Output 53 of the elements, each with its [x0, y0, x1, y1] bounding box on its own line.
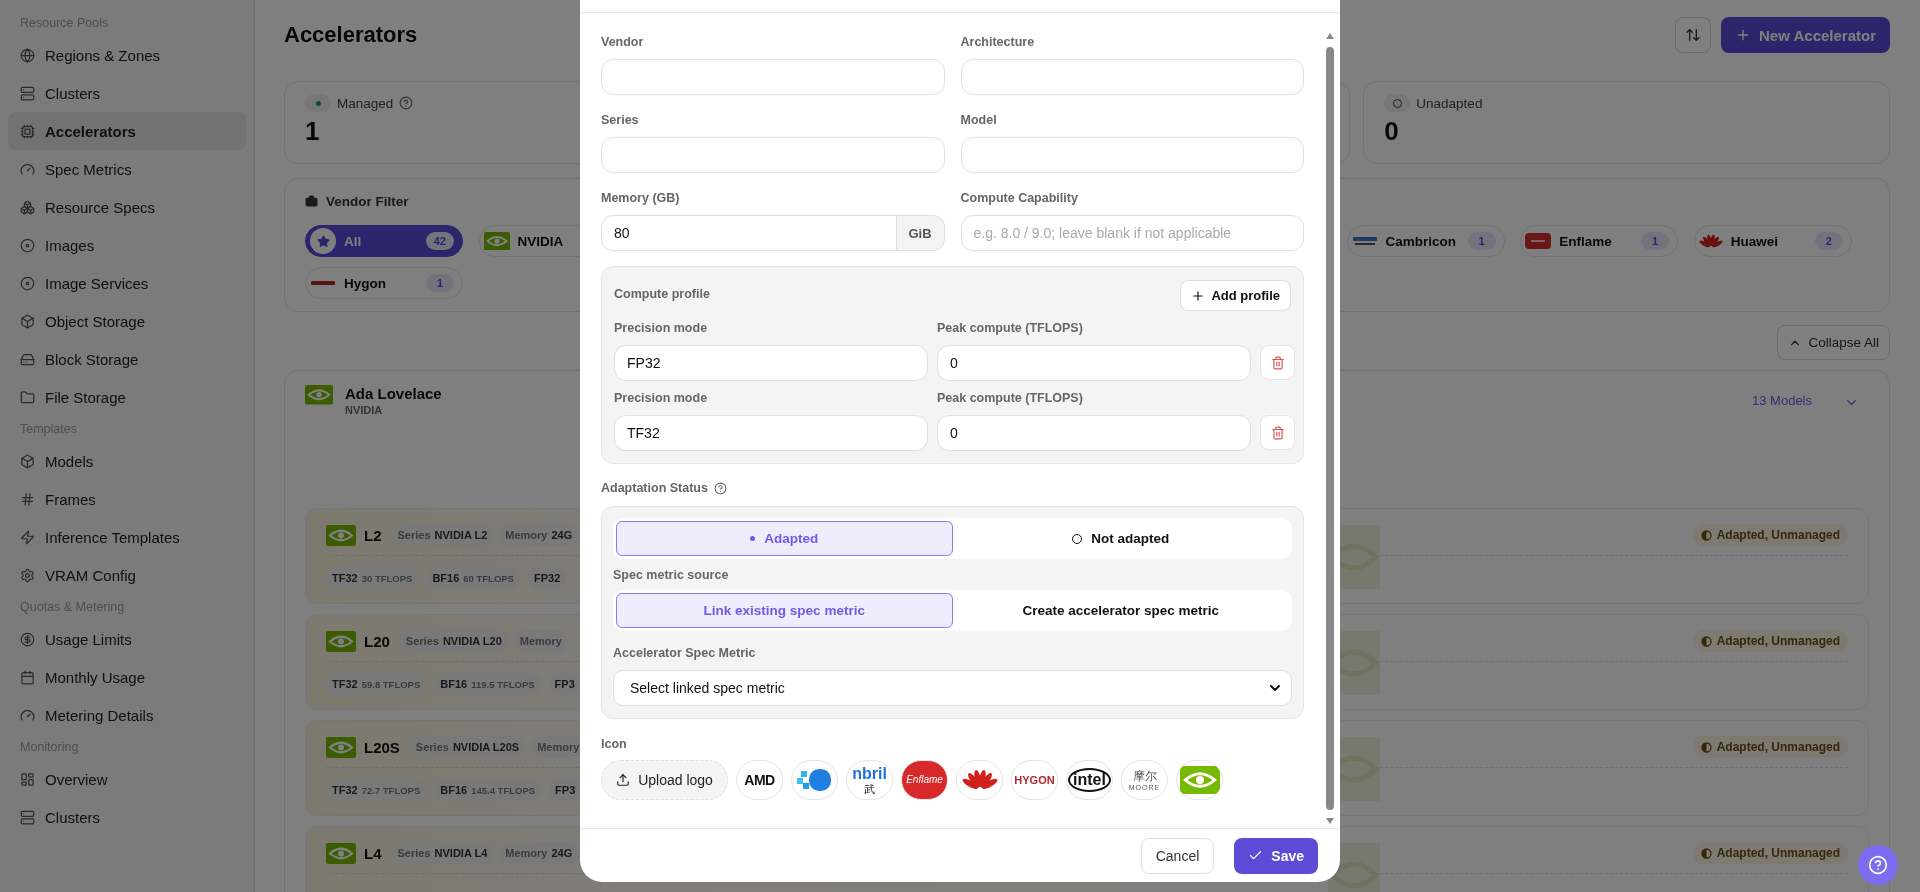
info-chip: Memory: [513, 630, 568, 652]
spec-chip: TF32 30 TFLOPS: [326, 567, 419, 589]
spec-chip: FP32: [527, 567, 567, 589]
model-name: L2: [364, 526, 382, 544]
count-badge: 1: [426, 274, 454, 292]
status-badge: Adapted, Unmanaged: [1692, 736, 1848, 758]
vendor-filter-title: Vendor Filter: [326, 193, 409, 209]
field-label: Spec metric source: [613, 567, 730, 583]
field-label: Peak compute (TFLOPS): [937, 320, 1084, 336]
status-badge: Adapted, Unmanaged: [1692, 524, 1848, 546]
status-badge: Adapted, Unmanaged: [1692, 842, 1848, 864]
info-chip: Series NVIDIA L20: [399, 630, 508, 652]
info-chip: Memory 24G: [499, 524, 579, 546]
status-badge: Adapted, Unmanaged: [1692, 630, 1848, 652]
stat-label: Unadapted: [1416, 95, 1483, 111]
field-label: Architecture: [960, 34, 1036, 50]
model-name: L20: [364, 632, 390, 650]
count-badge: 2: [1814, 232, 1843, 250]
info-chip: Series NVIDIA L20S: [409, 736, 526, 758]
model-name: L4: [364, 844, 382, 862]
info-chip: Series NVIDIA L2: [391, 524, 494, 546]
unit-addon: GiB: [896, 215, 945, 251]
field-label: Accelerator Spec Metric: [613, 645, 757, 661]
info-chip: Memory 24G: [499, 842, 579, 864]
field-label: Model: [960, 112, 998, 128]
spec-chip: BF16 145.4 TFLOPS: [434, 779, 542, 801]
field-label: Precision mode: [614, 320, 709, 336]
field-label: Precision mode: [614, 390, 709, 406]
info-chip: Series NVIDIA L4: [391, 842, 494, 864]
field-label: Vendor: [601, 34, 645, 50]
spec-chip: BF16 119.5 TFLOPS: [434, 673, 541, 695]
field-label: Memory (GB): [601, 190, 681, 206]
page-title: Accelerators: [284, 22, 418, 48]
spec-chip: BF16 60 TFLOPS: [426, 567, 520, 589]
field-label: Adaptation Status: [601, 480, 708, 496]
spec-chip: FP3: [549, 779, 582, 801]
spec-chip: FP3: [548, 673, 581, 695]
count-badge: 1: [1641, 232, 1670, 250]
field-label: Compute Capability: [960, 190, 1079, 206]
count-badge: 1: [1467, 232, 1496, 250]
spec-chip: TF32 59.8 TFLOPS: [326, 673, 427, 695]
field-label: Icon: [601, 736, 628, 752]
spec-chip: TF32 72.7 TFLOPS: [326, 779, 427, 801]
group-vendor: NVIDIA: [345, 404, 384, 416]
section-label: Compute profile: [614, 286, 710, 302]
field-label: Peak compute (TFLOPS): [937, 390, 1084, 406]
model-name: L20S: [364, 738, 400, 756]
stat-value: 1: [305, 116, 320, 147]
stat-value: 0: [1384, 116, 1399, 147]
group-name: Ada Lovelace: [345, 385, 442, 402]
count-badge: 42: [425, 232, 454, 250]
stat-label: Managed: [337, 95, 394, 111]
field-label: Series: [601, 112, 640, 128]
